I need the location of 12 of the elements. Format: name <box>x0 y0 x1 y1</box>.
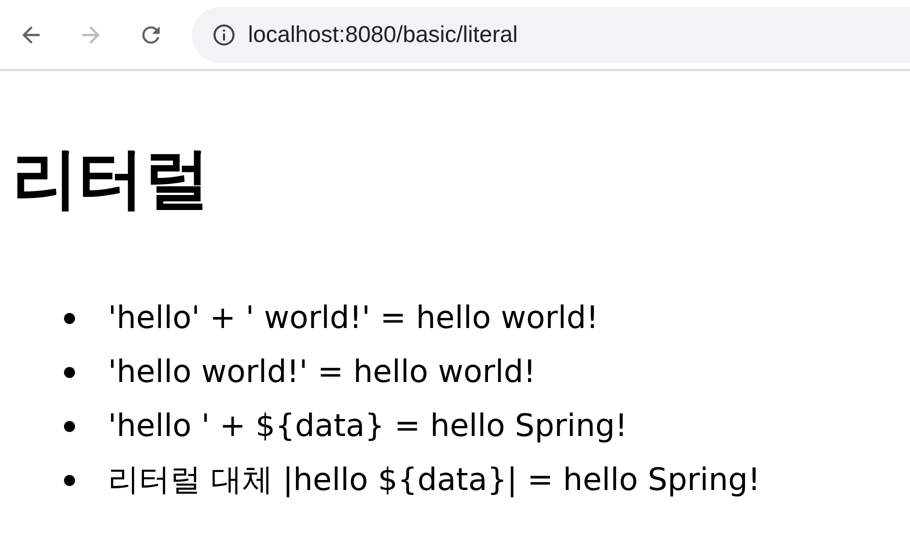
bullet-icon <box>64 312 75 324</box>
address-bar[interactable]: localhost:8080/basic/literal <box>192 6 910 62</box>
page-heading: 리터럴 <box>12 139 210 219</box>
list-item-text: 리터럴 대체 |hello ${data}| = hello Spring! <box>108 461 760 500</box>
list-item-text: 'hello world!' = hello world! <box>108 354 536 390</box>
bullet-icon <box>64 420 75 432</box>
info-icon <box>212 22 236 46</box>
bullet-icon <box>64 474 75 486</box>
url-text: localhost:8080/basic/literal <box>248 21 518 48</box>
bullet-icon <box>64 366 75 378</box>
list-item-text: 'hello ' + ${data} = hello Spring! <box>108 408 628 444</box>
list-item-text: 'hello' + ' world!' = hello world! <box>108 300 599 336</box>
